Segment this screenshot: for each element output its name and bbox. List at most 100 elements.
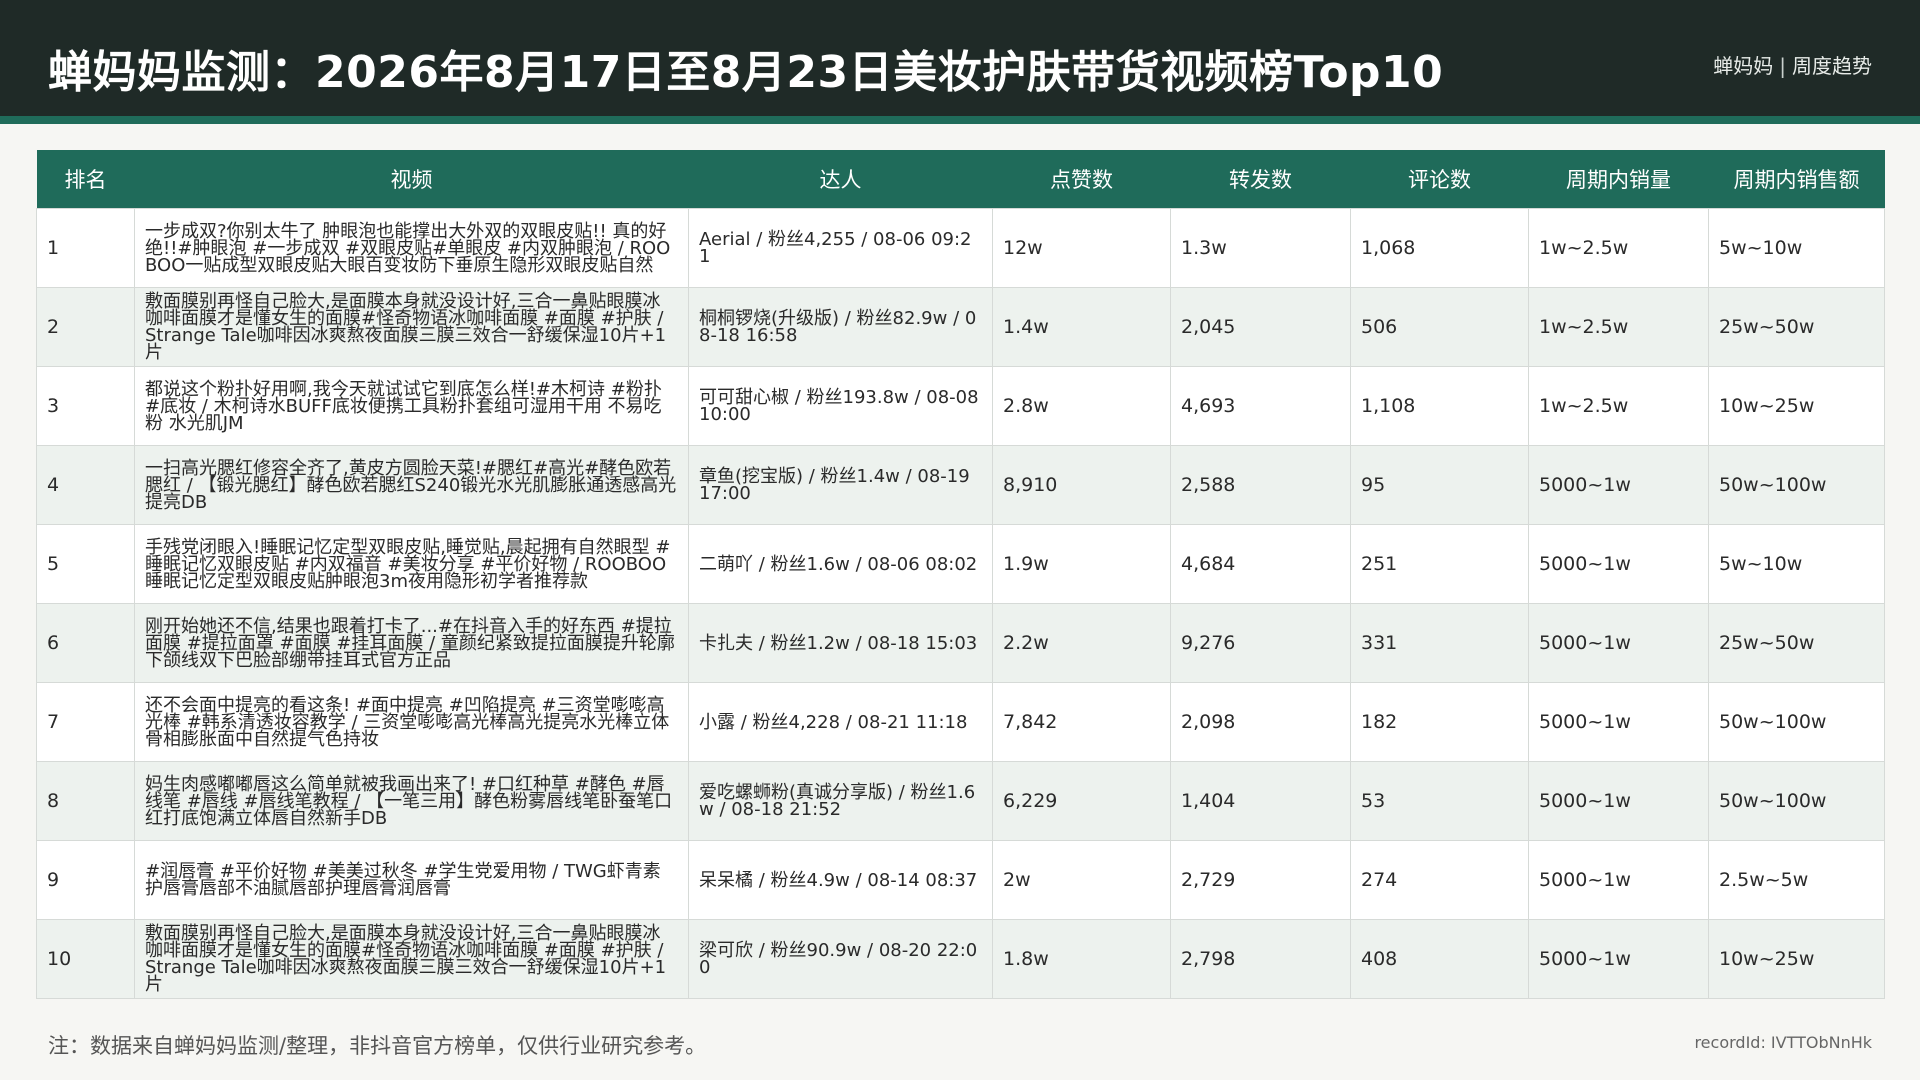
video-cell[interactable]: 都说这个粉扑好用啊,我今天就试试它到底怎么样!#木柯诗 #粉扑 #底妆 / 木柯… [134, 366, 689, 446]
table-row: 5 手残党闭眼入!睡眠记忆定型双眼皮贴,睡觉贴,晨起拥有自然眼型 #睡眠记忆双眼… [36, 524, 1885, 604]
comments-cell: 95 [1350, 445, 1529, 525]
comments-cell: 1,108 [1350, 366, 1529, 446]
comments-cell: 331 [1350, 603, 1529, 683]
likes-cell: 1.9w [992, 524, 1171, 604]
rank-cell: 8 [36, 761, 135, 841]
sales-cell: 5000~1w [1528, 524, 1709, 604]
talent-cell[interactable]: 梁可欣 / 粉丝90.9w / 08-20 22:00 [688, 919, 993, 999]
comments-cell: 506 [1350, 287, 1529, 367]
column-header-video[interactable]: 视频 [134, 150, 689, 209]
table-row: 10 敷面膜别再怪自己脸大,是面膜本身就没设计好,三合一鼻贴眼膜冰咖啡面膜才是懂… [36, 919, 1885, 999]
likes-cell: 6,229 [992, 761, 1171, 841]
revenue-cell: 5w~10w [1708, 208, 1885, 288]
comments-cell: 274 [1350, 840, 1529, 920]
footer-disclaimer: 注：数据来自蝉妈妈监测/整理，非抖音官方榜单，仅供行业研究参考。 [48, 1034, 707, 1058]
talent-cell[interactable]: 呆呆橘 / 粉丝4.9w / 08-14 08:37 [688, 840, 993, 920]
rank-cell: 9 [36, 840, 135, 920]
talent-cell[interactable]: 二萌吖 / 粉丝1.6w / 08-06 08:02 [688, 524, 993, 604]
likes-cell: 2.8w [992, 366, 1171, 446]
shares-cell: 4,684 [1170, 524, 1351, 604]
talent-cell[interactable]: 小露 / 粉丝4,228 / 08-21 11:18 [688, 682, 993, 762]
sales-cell: 1w~2.5w [1528, 366, 1709, 446]
sales-cell: 1w~2.5w [1528, 208, 1709, 288]
likes-cell: 2w [992, 840, 1171, 920]
video-cell[interactable]: 一扫高光腮红修容全齐了,黄皮方圆脸天菜!#腮红#高光#酵色欧若腮红 / 【锻光腮… [134, 445, 689, 525]
page-title: 蝉妈妈监测：2026年8月17日至8月23日美妆护肤带货视频榜Top10 [48, 47, 1444, 98]
shares-cell: 2,729 [1170, 840, 1351, 920]
column-header-rank[interactable]: 排名 [36, 150, 135, 209]
comments-cell: 53 [1350, 761, 1529, 841]
revenue-cell: 50w~100w [1708, 761, 1885, 841]
rank-cell: 7 [36, 682, 135, 762]
talent-cell[interactable]: 卡扎夫 / 粉丝1.2w / 08-18 15:03 [688, 603, 993, 683]
rank-cell: 3 [36, 366, 135, 446]
table-header-row: 排名 视频 达人 点赞数 转发数 评论数 周期内销量 周期内销售额 [36, 150, 1885, 209]
table-row: 2 敷面膜别再怪自己脸大,是面膜本身就没设计好,三合一鼻贴眼膜冰咖啡面膜才是懂女… [36, 287, 1885, 367]
column-header-talent[interactable]: 达人 [688, 150, 993, 209]
table-row: 1 一步成双?你别太牛了 肿眼泡也能撑出大外双的双眼皮贴!! 真的好绝!!#肿眼… [36, 208, 1885, 288]
column-header-sales[interactable]: 周期内销量 [1528, 150, 1709, 209]
page-header: 蝉妈妈监测：2026年8月17日至8月23日美妆护肤带货视频榜Top10 蝉妈妈… [0, 0, 1920, 116]
revenue-cell: 10w~25w [1708, 919, 1885, 999]
ranking-table: 排名 视频 达人 点赞数 转发数 评论数 周期内销量 周期内销售额 1 一步成双… [36, 150, 1885, 999]
table-row: 9 #润唇膏 #平价好物 #美美过秋冬 #学生党爱用物 / TWG虾青素护唇膏唇… [36, 840, 1885, 920]
rank-cell: 2 [36, 287, 135, 367]
shares-cell: 4,693 [1170, 366, 1351, 446]
brand-subtitle: 周度趋势 [1792, 54, 1872, 78]
video-cell[interactable]: 一步成双?你别太牛了 肿眼泡也能撑出大外双的双眼皮贴!! 真的好绝!!#肿眼泡 … [134, 208, 689, 288]
video-cell[interactable]: 还不会面中提亮的看这条! #面中提亮 #凹陷提亮 #三资堂嘭嘭高光棒 #韩系清透… [134, 682, 689, 762]
sales-cell: 5000~1w [1528, 603, 1709, 683]
comments-cell: 251 [1350, 524, 1529, 604]
rank-cell: 5 [36, 524, 135, 604]
likes-cell: 8,910 [992, 445, 1171, 525]
shares-cell: 1,404 [1170, 761, 1351, 841]
revenue-cell: 25w~50w [1708, 287, 1885, 367]
column-header-comments[interactable]: 评论数 [1350, 150, 1529, 209]
revenue-cell: 5w~10w [1708, 524, 1885, 604]
video-cell[interactable]: 妈生肉感嘟嘟唇这么简单就被我画出来了! #口红种草 #酵色 #唇线笔 #唇线 #… [134, 761, 689, 841]
sales-cell: 5000~1w [1528, 919, 1709, 999]
sales-cell: 5000~1w [1528, 761, 1709, 841]
video-cell[interactable]: 敷面膜别再怪自己脸大,是面膜本身就没设计好,三合一鼻贴眼膜冰咖啡面膜才是懂女生的… [134, 287, 689, 367]
likes-cell: 1.4w [992, 287, 1171, 367]
shares-cell: 2,098 [1170, 682, 1351, 762]
likes-cell: 1.8w [992, 919, 1171, 999]
sales-cell: 1w~2.5w [1528, 287, 1709, 367]
talent-cell[interactable]: 章鱼(挖宝版) / 粉丝1.4w / 08-19 17:00 [688, 445, 993, 525]
sales-cell: 5000~1w [1528, 682, 1709, 762]
column-header-revenue[interactable]: 周期内销售额 [1708, 150, 1885, 209]
revenue-cell: 25w~50w [1708, 603, 1885, 683]
shares-cell: 1.3w [1170, 208, 1351, 288]
ranking-table-container: 排名 视频 达人 点赞数 转发数 评论数 周期内销量 周期内销售额 1 一步成双… [36, 150, 1885, 999]
table-row: 8 妈生肉感嘟嘟唇这么简单就被我画出来了! #口红种草 #酵色 #唇线笔 #唇线… [36, 761, 1885, 841]
column-header-likes[interactable]: 点赞数 [992, 150, 1171, 209]
comments-cell: 1,068 [1350, 208, 1529, 288]
header-accent-stripe [0, 116, 1920, 124]
column-header-shares[interactable]: 转发数 [1170, 150, 1351, 209]
table-row: 6 刚开始她还不信,结果也跟着打卡了...#在抖音入手的好东西 #提拉面膜 #提… [36, 603, 1885, 683]
revenue-cell: 10w~25w [1708, 366, 1885, 446]
revenue-cell: 2.5w~5w [1708, 840, 1885, 920]
shares-cell: 2,045 [1170, 287, 1351, 367]
table-row: 7 还不会面中提亮的看这条! #面中提亮 #凹陷提亮 #三资堂嘭嘭高光棒 #韩系… [36, 682, 1885, 762]
likes-cell: 2.2w [992, 603, 1171, 683]
talent-cell[interactable]: 可可甜心椒 / 粉丝193.8w / 08-08 10:00 [688, 366, 993, 446]
sales-cell: 5000~1w [1528, 840, 1709, 920]
talent-cell[interactable]: 桐桐锣烧(升级版) / 粉丝82.9w / 08-18 16:58 [688, 287, 993, 367]
likes-cell: 7,842 [992, 682, 1171, 762]
table-row: 3 都说这个粉扑好用啊,我今天就试试它到底怎么样!#木柯诗 #粉扑 #底妆 / … [36, 366, 1885, 446]
video-cell[interactable]: #润唇膏 #平价好物 #美美过秋冬 #学生党爱用物 / TWG虾青素护唇膏唇部不… [134, 840, 689, 920]
video-cell[interactable]: 敷面膜别再怪自己脸大,是面膜本身就没设计好,三合一鼻贴眼膜冰咖啡面膜才是懂女生的… [134, 919, 689, 999]
shares-cell: 9,276 [1170, 603, 1351, 683]
rank-cell: 1 [36, 208, 135, 288]
video-cell[interactable]: 刚开始她还不信,结果也跟着打卡了...#在抖音入手的好东西 #提拉面膜 #提拉面… [134, 603, 689, 683]
brand-name: 蝉妈妈 [1713, 54, 1774, 78]
rank-cell: 10 [36, 919, 135, 999]
rank-cell: 4 [36, 445, 135, 525]
shares-cell: 2,798 [1170, 919, 1351, 999]
talent-cell[interactable]: Aerial / 粉丝4,255 / 08-06 09:21 [688, 208, 993, 288]
record-id: recordId: IVTTObNnHk [1694, 1033, 1872, 1052]
video-cell[interactable]: 手残党闭眼入!睡眠记忆定型双眼皮贴,睡觉贴,晨起拥有自然眼型 #睡眠记忆双眼皮贴… [134, 524, 689, 604]
talent-cell[interactable]: 爱吃螺蛳粉(真诚分享版) / 粉丝1.6w / 08-18 21:52 [688, 761, 993, 841]
sales-cell: 5000~1w [1528, 445, 1709, 525]
